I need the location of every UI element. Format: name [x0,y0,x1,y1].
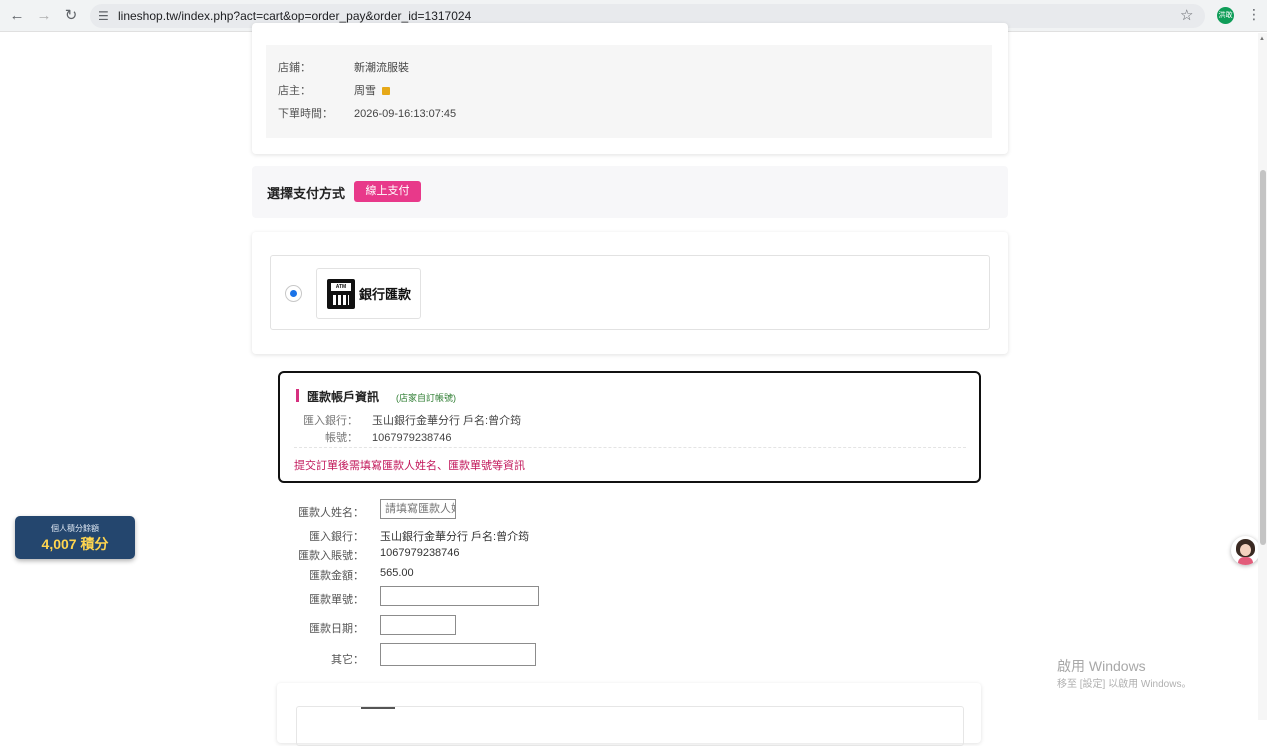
divider [294,447,966,448]
order-time-value: 2026-09-16:13:07:45 [354,108,457,120]
scroll-up-arrow-icon[interactable]: ▲ [1259,36,1265,42]
bank-transfer-radio[interactable] [285,285,302,302]
points-balance-badge[interactable]: 個人積分餘額 4,007 積分 [15,516,135,559]
custom-account-tag: (店家自訂帳號) [396,393,456,403]
form-bank-label: 匯入銀行： [309,531,364,543]
shop-label: 店鋪： [278,62,311,74]
bank-transfer-label: 銀行匯款 [359,287,412,302]
other-textarea[interactable] [380,643,536,666]
bank-name-label: 匯入銀行： [303,415,358,427]
avatar-body [1238,557,1253,565]
bank-name-value: 玉山銀行金華分行 戶名:曾介筠 [372,415,522,427]
account-number-value: 1067979238746 [372,432,452,444]
payment-method-header: 選擇支付方式 線上支付 [252,166,1008,218]
payment-method-title: 選擇支付方式 [267,186,346,201]
points-label: 個人積分餘額 [51,524,99,533]
bank-transfer-tile[interactable]: ATM 銀行匯款 [316,268,421,319]
url-text: lineshop.tw/index.php?act=cart&op=order_… [118,9,472,23]
lock-icon [382,87,390,96]
bank-account-info-box: 匯款帳戶資訊 (店家自訂帳號) 匯入銀行： 玉山銀行金華分行 戶名:曾介筠 帳號：… [278,371,981,483]
amount-value: 565.00 [380,567,414,579]
scrollbar-thumb[interactable] [1260,170,1266,545]
remit-date-label: 匯款日期： [309,623,364,635]
form-bank-value: 玉山銀行金華分行 戶名:曾介筠 [380,531,530,543]
windows-activation-hint: 移至 [設定] 以啟用 Windows。 [1057,679,1192,690]
bank-transfer-option[interactable]: ATM 銀行匯款 [270,255,990,330]
account-number-row: 帳號： 1067979238746 [294,429,452,445]
owner-value: 周雪 [354,85,376,97]
order-time-row: 下單時間： 2026-09-16:13:07:45 [278,105,456,121]
atm-icon-text: ATM [331,283,351,291]
payer-name-label: 匯款人姓名： [298,507,364,519]
payment-method-card: ATM 銀行匯款 [252,232,1008,354]
remit-date-input[interactable] [380,615,456,635]
menu-kebab-icon[interactable]: ⋮ [1247,6,1261,23]
atm-keypad [333,295,349,305]
owner-label: 店主： [278,85,311,97]
next-section-card [277,683,981,746]
online-payment-button[interactable]: 線上支付 [354,181,421,202]
points-value: 4,007 積分 [41,536,109,552]
customer-service-avatar[interactable] [1231,536,1260,565]
order-info-card: 店鋪： 新潮流服裝 店主： 周雪 下單時間： 2026-09-16:13:07:45 [252,23,1008,154]
avatar-face [1240,544,1251,556]
form-account-label: 匯款入賬號： [298,550,364,562]
order-time-label: 下單時間： [278,108,333,120]
profile-avatar[interactable]: 洪敢 [1217,7,1234,24]
bank-name-row: 匯入銀行： 玉山銀行金華分行 戶名:曾介筠 [294,412,521,428]
payer-name-input[interactable] [380,499,456,519]
reload-icon[interactable]: ↻ [61,6,81,26]
submission-note: 提交訂單後需填寫匯款人姓名、匯款單號等資訊 [294,460,525,472]
other-label: 其它： [331,654,364,666]
serial-number-input[interactable] [380,586,539,606]
owner-row: 店主： 周雪 [278,82,390,98]
bookmark-star-icon[interactable]: ☆ [1180,6,1193,24]
partial-element [361,707,395,709]
title-accent-bar [296,389,299,402]
form-account-value: 1067979238746 [380,547,460,559]
shop-value[interactable]: 新潮流服裝 [354,62,409,74]
amount-label: 匯款金額： [309,570,364,582]
account-number-label: 帳號： [325,432,358,444]
shop-row: 店鋪： 新潮流服裝 [278,59,409,75]
bank-account-title: 匯款帳戶資訊 [307,390,380,404]
order-info-panel: 店鋪： 新潮流服裝 店主： 周雪 下單時間： 2026-09-16:13:07:45 [266,45,992,138]
next-section-panel [296,706,964,746]
back-arrow-icon[interactable]: ← [7,6,27,26]
site-info-icon[interactable]: ☰ [98,4,109,28]
page-content: 店鋪： 新潮流服裝 店主： 周雪 下單時間： 2026-09-16:13:07:45 … [0,23,1267,746]
serial-number-label: 匯款單號： [309,594,364,606]
atm-icon: ATM [327,279,355,309]
windows-activation-title: 啟用 Windows [1057,658,1146,674]
forward-arrow-icon[interactable]: → [34,6,54,26]
